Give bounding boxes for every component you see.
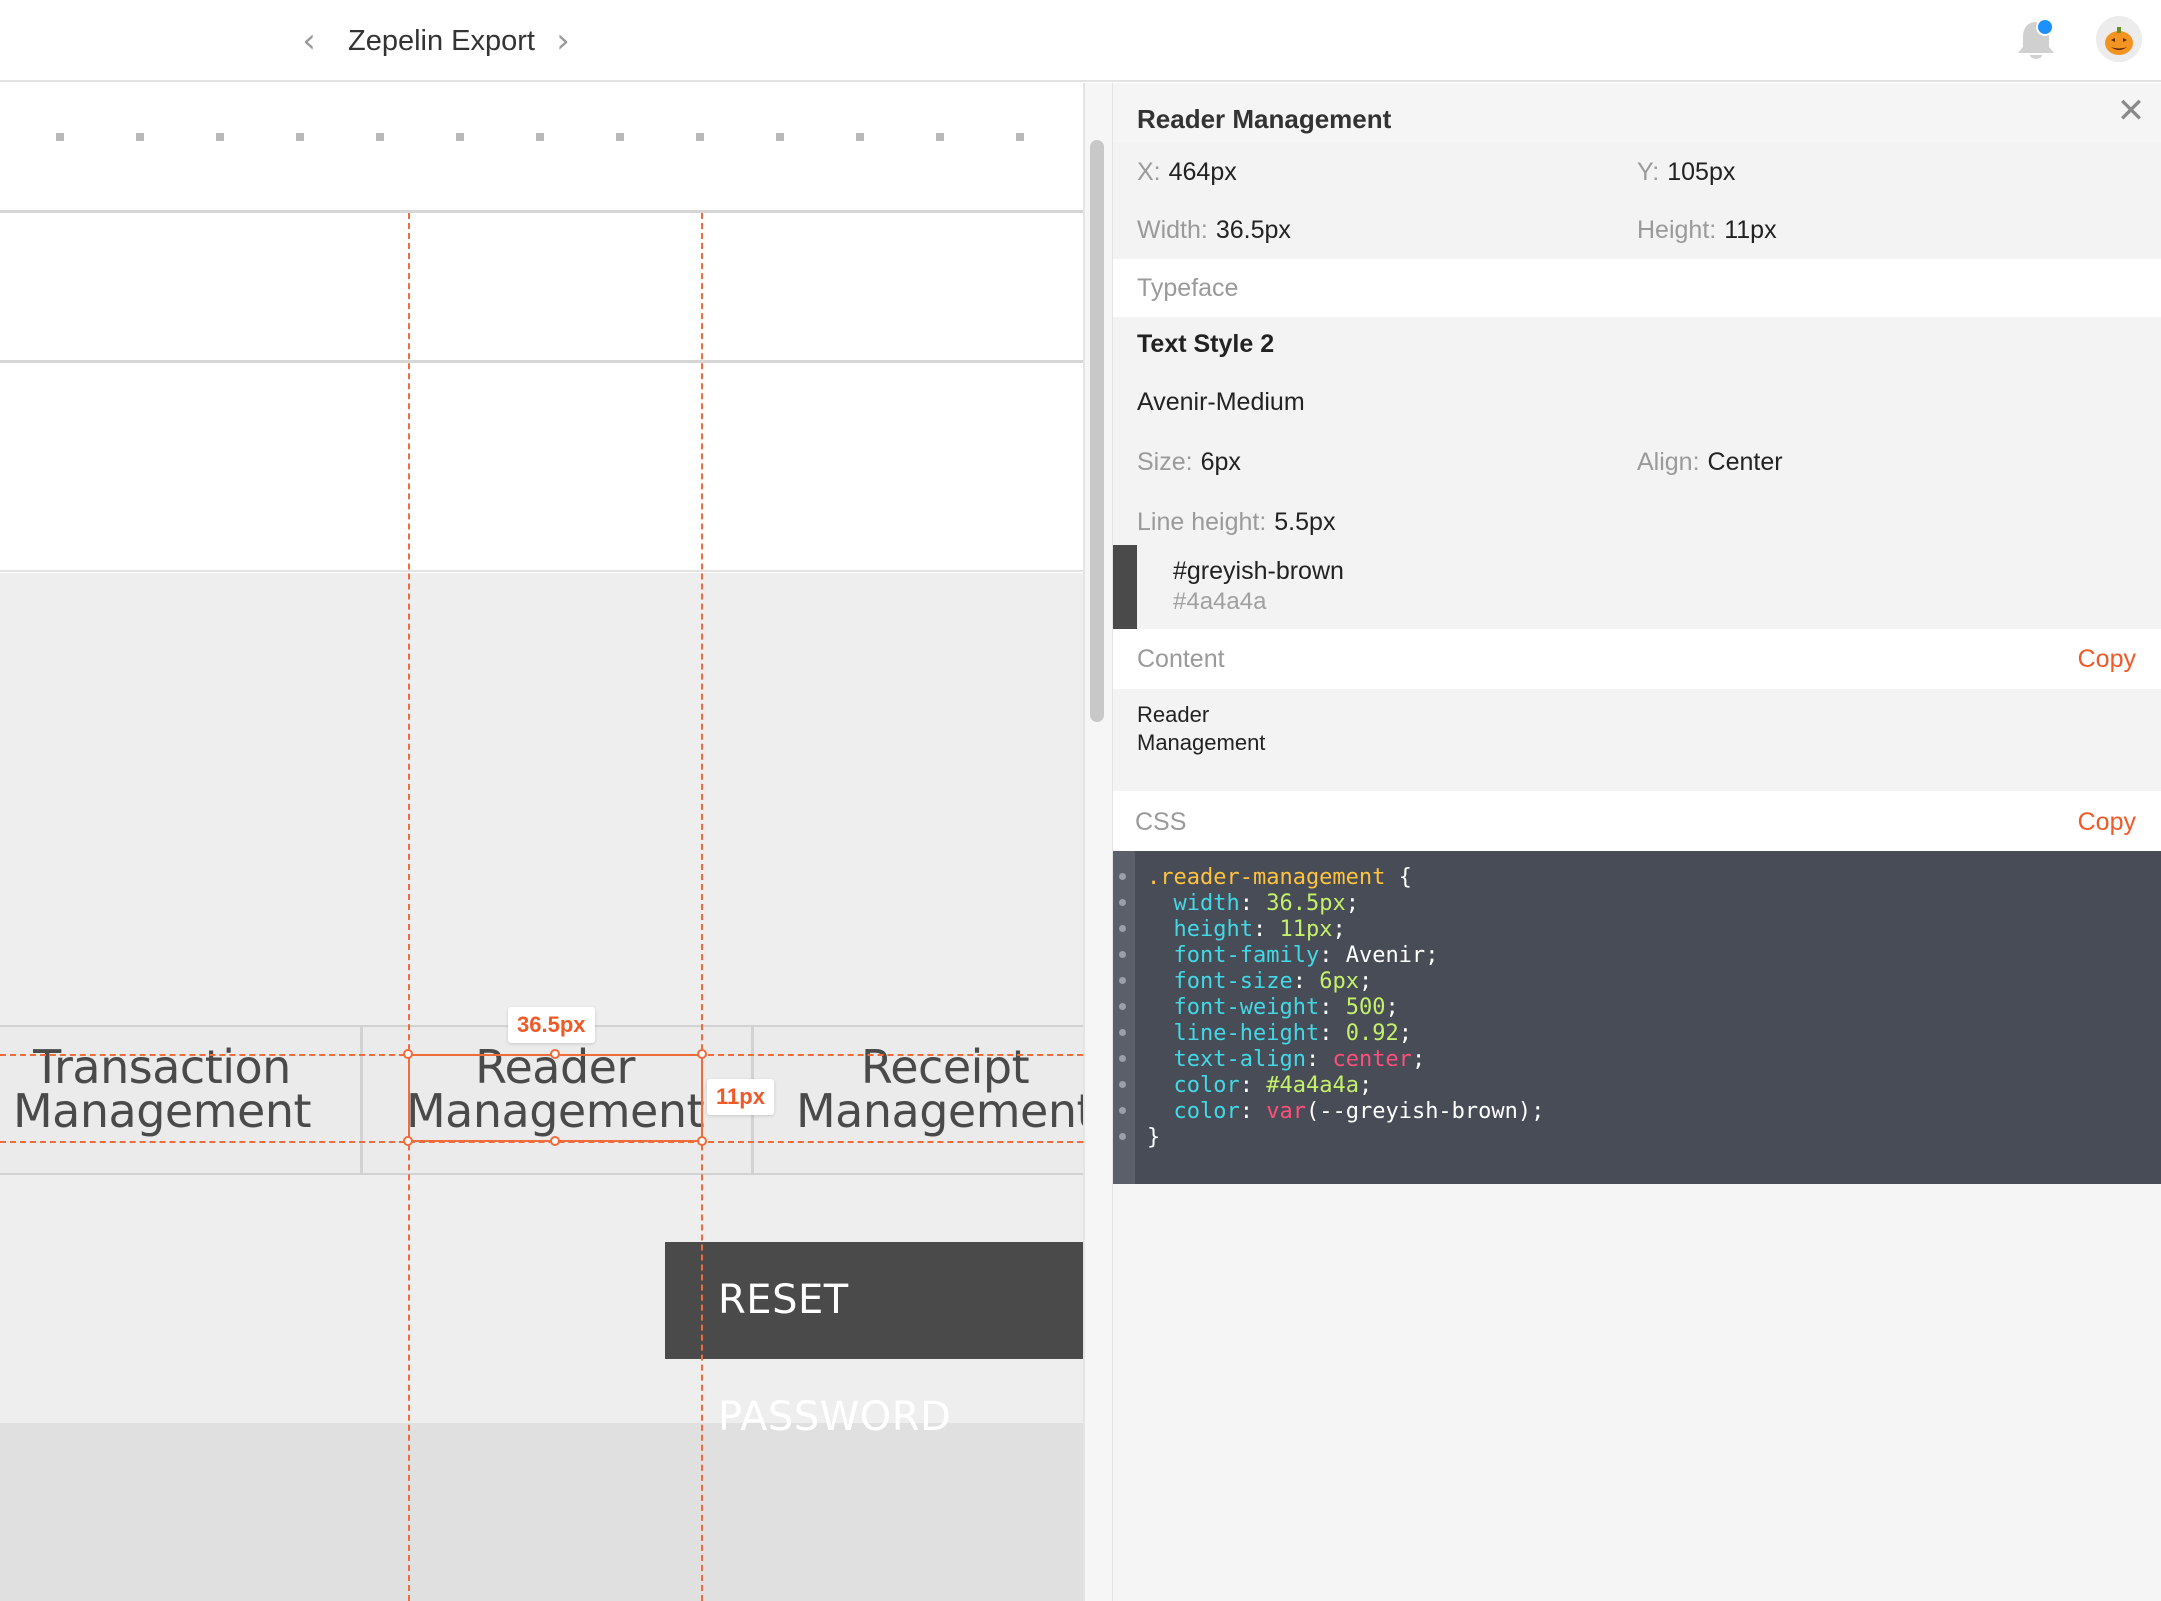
typeface-label: Typeface [1137,274,1239,302]
selection-box[interactable] [408,1054,703,1142]
code-line: width: 36.5px; [1173,891,1359,916]
color-swatch[interactable] [1113,545,1137,629]
code-gutter [1113,851,1135,1184]
color-hex: #4a4a4a [1173,588,1267,615]
content-section: Reader Management [1113,689,2161,791]
copy-css-button[interactable]: Copy [2078,805,2136,839]
code-line: text-align: center; [1173,1047,1426,1072]
layer-title: Reader Management [1137,104,1392,134]
chevron-left-icon[interactable]: ‹ [294,22,324,60]
geometry-section: X: 464px Y: 105px Width: 36.5px Height: 11px [1113,143,2161,259]
code-line: } [1147,1125,1161,1150]
font-size-value: Size: 6px [1137,448,1241,476]
content-label: Content [1137,645,1225,673]
resize-handle[interactable] [697,1049,707,1059]
font-name: Avenir-Medium [1137,388,1305,416]
text-align-value: Align: Center [1637,448,1783,476]
code-line: .reader-management { [1147,865,1412,890]
code-line: color: #4a4a4a; [1173,1073,1373,1098]
reset-password-button[interactable]: RESET PASSWORD [665,1242,1083,1440]
height-measure-badge: 11px [707,1079,774,1115]
guide-line-vertical [701,213,703,1601]
close-icon[interactable]: ✕ [2113,93,2149,129]
notification-dot [2036,18,2054,36]
text-style-name: Text Style 2 [1137,330,1275,358]
divider-line [0,210,1083,213]
copy-content-button[interactable]: Copy [2078,642,2136,676]
resize-handle[interactable] [403,1136,413,1146]
tab-receipt-management[interactable]: Receipt Management [745,1044,1083,1134]
typeface-section: Text Style 2 Avenir-Medium Size: 6px Alig… [1113,317,2161,629]
pumpkin-avatar-icon [2096,16,2142,62]
resize-handle[interactable] [403,1049,413,1059]
chevron-right-icon[interactable]: › [548,22,578,60]
resize-handle[interactable] [550,1136,560,1146]
top-bar: ‹ Zepelin Export › [0,0,2161,82]
guide-line-vertical [408,213,410,1601]
line-height-value: Line height: 5.5px [1137,508,1336,536]
resize-handle[interactable] [550,1049,560,1059]
height-value: Height: 11px [1637,216,1777,244]
y-value: Y: 105px [1637,158,1736,186]
width-value: Width: 36.5px [1137,216,1291,244]
tab-transaction-management[interactable]: Transaction Management [0,1044,362,1134]
code-line: color: var(--greyish-brown); [1173,1099,1545,1124]
css-label: CSS [1135,808,1187,836]
pagination-dots [0,133,1083,143]
code-line: font-size: 6px; [1173,969,1373,994]
canvas-scrollbar[interactable] [1090,140,1104,722]
width-measure-badge: 36.5px [508,1007,595,1043]
typeface-header: Typeface [1113,259,2161,317]
code-line: line-height: 0.92; [1173,1021,1412,1046]
color-name: #greyish-brown [1173,557,1344,585]
code-line: height: 11px; [1173,917,1346,942]
layer-content-text: Reader Management [1137,702,1266,755]
code-line: font-family: Avenir; [1173,943,1439,968]
project-title[interactable]: Zepelin Export [348,20,535,62]
divider-line [0,570,1083,572]
design-canvas[interactable]: Transaction Management Reader Management… [0,83,1083,1601]
content-header: Content Copy [1113,629,2161,689]
css-code-block[interactable]: .reader-management { width: 36.5px; heig… [1113,851,2161,1184]
divider-line [0,360,1083,363]
resize-handle[interactable] [697,1136,707,1146]
x-value: X: 464px [1137,158,1237,186]
avatar[interactable] [2096,16,2142,62]
css-header: CSS Copy [1113,791,2161,851]
inspector-panel: Reader Management ✕ X: 464px Y: 105px Widt… [1112,83,2161,1601]
code-line: font-weight: 500; [1173,995,1399,1020]
